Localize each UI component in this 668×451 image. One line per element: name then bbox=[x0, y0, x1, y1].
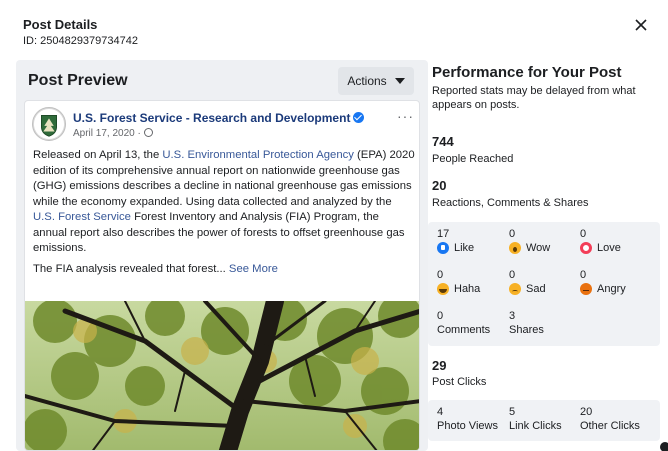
comments-value: 0 bbox=[437, 310, 444, 322]
post-clicks-value: 29 bbox=[432, 358, 447, 373]
dialog-header: Post Details ID: 2504829379734742 bbox=[0, 0, 668, 58]
haha-icon bbox=[437, 283, 449, 295]
post-image-tree[interactable] bbox=[25, 301, 420, 451]
reaction-label: Wow bbox=[526, 242, 551, 254]
page-name-link[interactable]: U.S. Forest Service - Research and Devel… bbox=[73, 111, 365, 125]
post-text-segment: The FIA analysis revealed that forest... bbox=[33, 262, 226, 275]
click-label: Photo Views bbox=[437, 420, 498, 432]
forest-service-link[interactable]: U.S. Forest Service bbox=[33, 211, 131, 223]
globe-icon bbox=[143, 128, 153, 137]
reaction-value: 0 bbox=[509, 269, 516, 281]
people-reached-value: 744 bbox=[432, 134, 454, 149]
click-value: 20 bbox=[580, 406, 593, 418]
comments-stat: 0 Comments bbox=[437, 310, 490, 337]
more-options-icon[interactable]: ··· bbox=[397, 108, 414, 124]
caret-down-icon bbox=[394, 78, 405, 84]
post-preview-title: Post Preview bbox=[28, 72, 128, 89]
post-text: Released on April 13, the U.S. Environme… bbox=[33, 148, 415, 277]
post-id: ID: 2504829379734742 bbox=[23, 35, 138, 47]
comments-label: Comments bbox=[437, 324, 491, 336]
engagement-label: Reactions, Comments & Shares bbox=[432, 197, 589, 209]
reaction-haha: 0 Haha bbox=[437, 269, 480, 296]
reaction-label: Like bbox=[454, 242, 475, 254]
angry-icon bbox=[580, 283, 592, 295]
click-value: 4 bbox=[437, 406, 444, 418]
post-paragraph-2: The FIA analysis revealed that forest...… bbox=[33, 262, 415, 278]
reaction-label: Love bbox=[597, 242, 621, 254]
scrollbar-thumb[interactable] bbox=[660, 442, 668, 451]
post-preview-panel: Post Preview Actions U.S. Forest Service… bbox=[16, 60, 428, 451]
reaction-value: 0 bbox=[580, 228, 587, 240]
link-clicks-stat: 5 Link Clicks bbox=[509, 406, 562, 433]
dialog-title: Post Details bbox=[23, 17, 98, 32]
click-label: Other Clicks bbox=[580, 420, 640, 432]
engagement-value: 20 bbox=[432, 178, 447, 193]
reaction-value: 0 bbox=[437, 269, 444, 281]
reaction-label: Angry bbox=[597, 283, 626, 295]
post-date[interactable]: April 17, 2020 · bbox=[73, 128, 153, 139]
verified-badge-icon bbox=[353, 112, 365, 123]
performance-title: Performance for Your Post bbox=[432, 64, 622, 81]
clicks-breakdown: 4 Photo Views 5 Link Clicks 20 Other Cli… bbox=[428, 400, 660, 441]
people-reached-label: People Reached bbox=[432, 153, 514, 165]
love-icon bbox=[580, 242, 592, 254]
photo-views-stat: 4 Photo Views bbox=[437, 406, 498, 433]
reaction-value: 17 bbox=[437, 228, 450, 240]
reaction-wow: 0 Wow bbox=[509, 228, 550, 255]
shares-stat: 3 Shares bbox=[509, 310, 544, 337]
actions-button-label: Actions bbox=[347, 74, 387, 88]
click-value: 5 bbox=[509, 406, 516, 418]
performance-subtitle: Reported stats may be delayed from what … bbox=[432, 85, 636, 111]
post-paragraph-1: Released on April 13, the U.S. Environme… bbox=[33, 148, 415, 257]
post-date-text: April 17, 2020 · bbox=[73, 128, 141, 139]
page-name-text: U.S. Forest Service - Research and Devel… bbox=[73, 111, 351, 125]
post-clicks-label: Post Clicks bbox=[432, 376, 487, 388]
reactions-breakdown: 17 Like 0 Wow 0 Love 0 Haha 0 Sad 0 Angr… bbox=[428, 222, 660, 346]
reaction-love: 0 Love bbox=[580, 228, 621, 255]
reaction-angry: 0 Angry bbox=[580, 269, 626, 296]
see-more-link[interactable]: See More bbox=[229, 263, 278, 275]
click-label: Link Clicks bbox=[509, 420, 562, 432]
reaction-label: Sad bbox=[526, 283, 546, 295]
shares-label: Shares bbox=[509, 324, 544, 336]
shares-value: 3 bbox=[509, 310, 516, 322]
wow-icon bbox=[509, 242, 521, 254]
like-icon bbox=[437, 242, 449, 254]
other-clicks-stat: 20 Other Clicks bbox=[580, 406, 640, 433]
close-icon[interactable] bbox=[630, 14, 652, 36]
sad-icon bbox=[509, 283, 521, 295]
reaction-value: 0 bbox=[509, 228, 516, 240]
reaction-sad: 0 Sad bbox=[509, 269, 546, 296]
post-text-segment: Released on April 13, the bbox=[33, 149, 163, 161]
actions-button[interactable]: Actions bbox=[338, 67, 414, 95]
reaction-value: 0 bbox=[580, 269, 587, 281]
forest-service-logo-icon[interactable] bbox=[32, 107, 66, 141]
reaction-label: Haha bbox=[454, 283, 481, 295]
post-card: U.S. Forest Service - Research and Devel… bbox=[24, 100, 420, 451]
reaction-like: 17 Like bbox=[437, 228, 474, 255]
epa-link[interactable]: U.S. Environmental Protection Agency bbox=[162, 149, 354, 161]
